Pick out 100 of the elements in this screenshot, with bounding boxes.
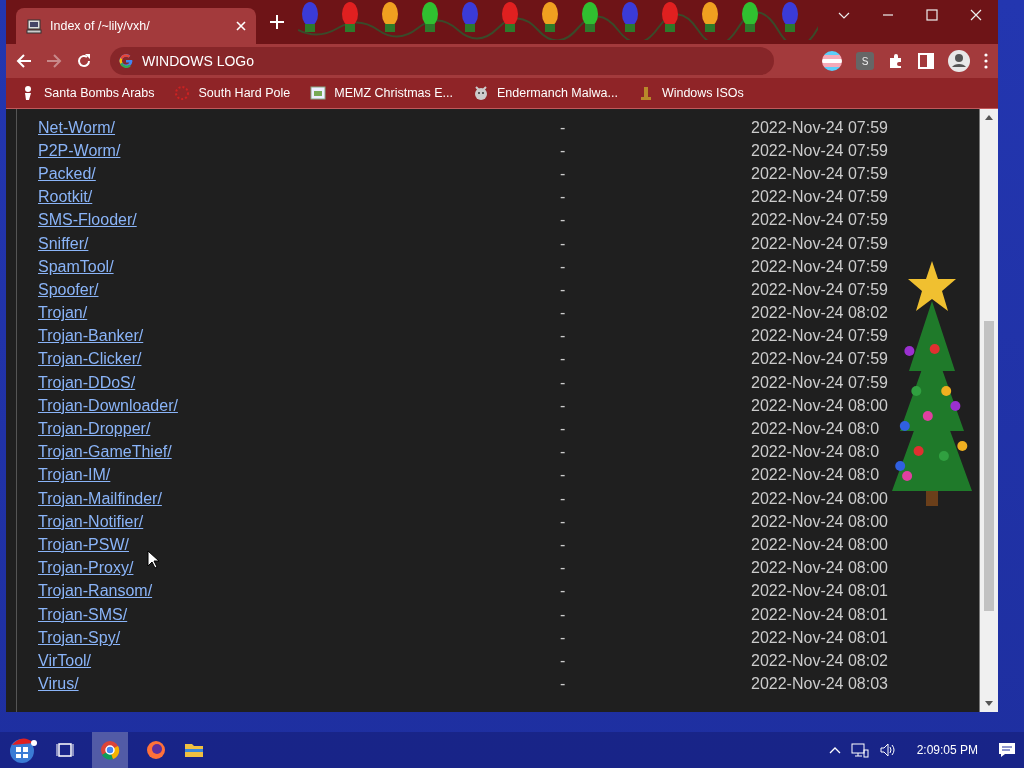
date-cell: 2022-Nov-24 07:59 [751, 373, 888, 392]
scrollbar[interactable] [979, 109, 998, 712]
directory-link[interactable]: Trojan-GameThief/ [38, 443, 560, 462]
address-bar[interactable]: WINDOWS LOGo [110, 47, 774, 75]
directory-link[interactable]: P2P-Worm/ [38, 141, 560, 160]
size-cell-text: - [560, 466, 567, 485]
directory-link[interactable]: Trojan/ [38, 304, 560, 323]
date-cell: 2022-Nov-24 08:00 [751, 396, 888, 415]
directory-link[interactable]: Trojan-Banker/ [38, 327, 560, 346]
directory-link[interactable]: Rootkit/ [38, 188, 560, 207]
more-icon[interactable] [984, 53, 988, 69]
size-cell-text: - [560, 512, 567, 531]
date-cell: 2022-Nov-24 08:02 [751, 304, 888, 323]
browser-tab[interactable]: Index of /~lily/vxh/ [16, 8, 256, 44]
directory-link[interactable]: Trojan-Mailfinder/ [38, 489, 560, 508]
date-cell: 2022-Nov-24 08:0 [751, 443, 880, 462]
directory-link[interactable]: Trojan-PSW/ [38, 535, 560, 554]
size-cell-text: - [560, 675, 567, 694]
size-cell-text: - [560, 257, 567, 276]
network-icon[interactable] [850, 742, 869, 758]
arrow-up-icon[interactable] [985, 115, 993, 120]
chevron-up-icon[interactable] [828, 746, 841, 754]
start-orb-icon[interactable] [8, 735, 38, 765]
directory-link[interactable]: Trojan-Downloader/ [38, 396, 560, 415]
date-cell: 2022-Nov-24 07:59 [751, 234, 888, 253]
directory-link[interactable]: Trojan-DDoS/ [38, 373, 560, 392]
directory-link[interactable]: Net-Worm/ [38, 118, 560, 137]
task-view-icon[interactable] [56, 740, 74, 760]
directory-link[interactable]: Virus/ [38, 675, 560, 694]
size-cell-text: - [560, 396, 567, 415]
address-text: WINDOWS LOGo [142, 53, 254, 69]
directory-link[interactable]: Spoofer/ [38, 280, 560, 299]
date-cell: 2022-Nov-24 07:59 [751, 257, 888, 276]
volume-icon[interactable] [878, 742, 897, 758]
size-cell-text: - [560, 651, 567, 670]
size-cell-text: - [560, 141, 567, 160]
directory-link[interactable]: Trojan-SMS/ [38, 605, 560, 624]
size-cell-text: - [560, 605, 567, 624]
directory-link[interactable]: Trojan-Notifier/ [38, 512, 560, 531]
size-cell-text: - [560, 118, 567, 137]
tab-title: Index of /~lily/vxh/ [50, 19, 151, 33]
bookmark[interactable]: Santa Bombs Arabs [20, 85, 155, 101]
size-cell-text: - [560, 280, 567, 299]
date-cell: 2022-Nov-24 08:00 [751, 535, 888, 554]
arrow-down-icon[interactable] [985, 701, 993, 706]
firefox-icon[interactable] [146, 740, 166, 760]
size-cell-text: - [560, 373, 567, 392]
date-cell: 2022-Nov-24 08:00 [751, 489, 888, 508]
date-cell: 2022-Nov-24 08:00 [751, 559, 888, 578]
side-panel-icon[interactable] [918, 53, 934, 69]
directory-link[interactable]: Trojan-Clicker/ [38, 350, 560, 369]
date-cell: 2022-Nov-24 07:59 [751, 141, 888, 160]
directory-link[interactable]: Sniffer/ [38, 234, 560, 253]
directory-link[interactable]: SMS-Flooder/ [38, 211, 560, 230]
google-icon [118, 53, 134, 69]
directory-link[interactable]: Trojan-Proxy/ [38, 559, 560, 578]
size-cell-text: - [560, 443, 567, 462]
date-cell: 2022-Nov-24 07:59 [751, 188, 888, 207]
size-cell-text: - [560, 628, 567, 647]
notification-icon[interactable] [998, 742, 1016, 758]
date-cell: 2022-Nov-24 08:01 [751, 582, 888, 601]
directory-link[interactable]: Packed/ [38, 164, 560, 183]
date-cell: 2022-Nov-24 07:59 [751, 350, 888, 369]
bookmark[interactable]: South Hard Pole [174, 85, 291, 101]
puzzle-icon[interactable] [888, 53, 904, 69]
mouse-cursor-icon [147, 550, 159, 569]
directory-link[interactable]: Trojan-IM/ [38, 466, 560, 485]
size-cell-text: - [560, 582, 567, 601]
directory-link[interactable]: Trojan-Ransom/ [38, 582, 560, 601]
bookmark[interactable]: Windows ISOs [637, 85, 744, 101]
directory-link[interactable]: Trojan-Spy/ [38, 628, 560, 647]
date-cell: 2022-Nov-24 08:01 [751, 628, 888, 647]
thumbnail-icon [310, 85, 327, 101]
close-icon[interactable] [236, 21, 246, 31]
new-tab-icon[interactable] [270, 15, 284, 29]
date-cell: 2022-Nov-24 07:59 [751, 280, 888, 299]
size-cell-text: - [560, 420, 567, 439]
bookmark[interactable]: Endermanch Malwa... [473, 85, 618, 101]
date-cell: 2022-Nov-24 08:01 [751, 605, 888, 624]
bookmark[interactable]: MEMZ Christmas E... [310, 85, 453, 101]
date-cell: 2022-Nov-24 08:02 [751, 651, 888, 670]
chrome-icon[interactable] [92, 732, 128, 768]
back-icon[interactable] [16, 53, 32, 69]
directory-link[interactable]: SpamTool/ [38, 257, 560, 276]
clock[interactable]: 2:09:05 PM [916, 743, 978, 757]
date-cell: 2022-Nov-24 08:00 [751, 512, 888, 531]
striped-flag-icon[interactable] [822, 51, 842, 71]
date-cell: 2022-Nov-24 08:0 [751, 420, 880, 439]
profile-icon[interactable] [948, 50, 970, 72]
scrollbar-thumb[interactable] [984, 321, 994, 611]
computer-icon [26, 18, 42, 34]
reload-icon[interactable] [76, 53, 92, 69]
date-cell: 2022-Nov-24 07:59 [751, 118, 888, 137]
size-cell-text: - [560, 350, 567, 369]
extension-icon[interactable]: S [856, 52, 874, 70]
directory-link[interactable]: VirTool/ [38, 651, 560, 670]
date-cell: 2022-Nov-24 07:59 [751, 164, 888, 183]
directory-link[interactable]: Trojan-Dropper/ [38, 420, 560, 439]
size-cell-text: - [560, 327, 567, 346]
size-cell-text: - [560, 164, 567, 183]
